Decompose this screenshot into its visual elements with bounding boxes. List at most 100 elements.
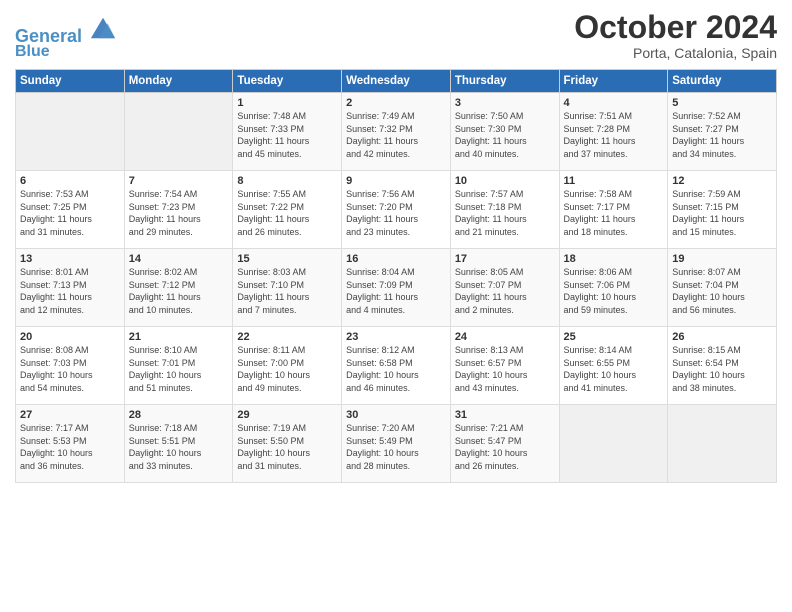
day-info: Sunrise: 8:03 AM Sunset: 7:10 PM Dayligh…	[237, 266, 337, 316]
day-of-week-header: Wednesday	[342, 70, 451, 93]
day-info: Sunrise: 7:57 AM Sunset: 7:18 PM Dayligh…	[455, 188, 555, 238]
day-info: Sunrise: 7:59 AM Sunset: 7:15 PM Dayligh…	[672, 188, 772, 238]
day-info: Sunrise: 8:12 AM Sunset: 6:58 PM Dayligh…	[346, 344, 446, 394]
day-info: Sunrise: 8:14 AM Sunset: 6:55 PM Dayligh…	[564, 344, 664, 394]
logo: General Blue	[15, 14, 117, 60]
calendar-cell: 5Sunrise: 7:52 AM Sunset: 7:27 PM Daylig…	[668, 93, 777, 171]
calendar-cell: 9Sunrise: 7:56 AM Sunset: 7:20 PM Daylig…	[342, 171, 451, 249]
day-number: 18	[564, 253, 664, 265]
day-number: 6	[20, 175, 120, 187]
location-subtitle: Porta, Catalonia, Spain	[574, 45, 777, 61]
day-info: Sunrise: 8:08 AM Sunset: 7:03 PM Dayligh…	[20, 344, 120, 394]
day-info: Sunrise: 7:48 AM Sunset: 7:33 PM Dayligh…	[237, 110, 337, 160]
day-info: Sunrise: 8:07 AM Sunset: 7:04 PM Dayligh…	[672, 266, 772, 316]
calendar-cell: 18Sunrise: 8:06 AM Sunset: 7:06 PM Dayli…	[559, 249, 668, 327]
calendar-cell: 1Sunrise: 7:48 AM Sunset: 7:33 PM Daylig…	[233, 93, 342, 171]
calendar-cell: 10Sunrise: 7:57 AM Sunset: 7:18 PM Dayli…	[450, 171, 559, 249]
calendar-cell: 22Sunrise: 8:11 AM Sunset: 7:00 PM Dayli…	[233, 327, 342, 405]
title-block: October 2024 Porta, Catalonia, Spain	[574, 10, 777, 61]
day-number: 9	[346, 175, 446, 187]
day-info: Sunrise: 7:56 AM Sunset: 7:20 PM Dayligh…	[346, 188, 446, 238]
month-title: October 2024	[574, 10, 777, 45]
day-number: 16	[346, 253, 446, 265]
day-number: 21	[129, 331, 229, 343]
day-number: 1	[237, 97, 337, 109]
day-of-week-header: Thursday	[450, 70, 559, 93]
logo-icon	[89, 14, 117, 42]
day-of-week-header: Tuesday	[233, 70, 342, 93]
day-number: 30	[346, 409, 446, 421]
day-number: 2	[346, 97, 446, 109]
calendar-cell: 6Sunrise: 7:53 AM Sunset: 7:25 PM Daylig…	[16, 171, 125, 249]
day-number: 24	[455, 331, 555, 343]
day-number: 10	[455, 175, 555, 187]
calendar-week-row: 13Sunrise: 8:01 AM Sunset: 7:13 PM Dayli…	[16, 249, 777, 327]
day-number: 12	[672, 175, 772, 187]
calendar-cell: 17Sunrise: 8:05 AM Sunset: 7:07 PM Dayli…	[450, 249, 559, 327]
day-info: Sunrise: 7:18 AM Sunset: 5:51 PM Dayligh…	[129, 422, 229, 472]
day-info: Sunrise: 7:58 AM Sunset: 7:17 PM Dayligh…	[564, 188, 664, 238]
day-info: Sunrise: 8:10 AM Sunset: 7:01 PM Dayligh…	[129, 344, 229, 394]
day-of-week-header: Monday	[124, 70, 233, 93]
day-number: 20	[20, 331, 120, 343]
calendar-cell: 12Sunrise: 7:59 AM Sunset: 7:15 PM Dayli…	[668, 171, 777, 249]
day-info: Sunrise: 7:53 AM Sunset: 7:25 PM Dayligh…	[20, 188, 120, 238]
day-number: 5	[672, 97, 772, 109]
day-info: Sunrise: 7:19 AM Sunset: 5:50 PM Dayligh…	[237, 422, 337, 472]
day-number: 4	[564, 97, 664, 109]
calendar-cell: 4Sunrise: 7:51 AM Sunset: 7:28 PM Daylig…	[559, 93, 668, 171]
calendar-cell: 2Sunrise: 7:49 AM Sunset: 7:32 PM Daylig…	[342, 93, 451, 171]
calendar-cell: 29Sunrise: 7:19 AM Sunset: 5:50 PM Dayli…	[233, 405, 342, 483]
day-info: Sunrise: 7:20 AM Sunset: 5:49 PM Dayligh…	[346, 422, 446, 472]
day-number: 23	[346, 331, 446, 343]
calendar-cell: 31Sunrise: 7:21 AM Sunset: 5:47 PM Dayli…	[450, 405, 559, 483]
calendar-cell: 11Sunrise: 7:58 AM Sunset: 7:17 PM Dayli…	[559, 171, 668, 249]
day-info: Sunrise: 7:54 AM Sunset: 7:23 PM Dayligh…	[129, 188, 229, 238]
day-number: 31	[455, 409, 555, 421]
day-info: Sunrise: 7:55 AM Sunset: 7:22 PM Dayligh…	[237, 188, 337, 238]
day-info: Sunrise: 8:04 AM Sunset: 7:09 PM Dayligh…	[346, 266, 446, 316]
calendar-cell: 26Sunrise: 8:15 AM Sunset: 6:54 PM Dayli…	[668, 327, 777, 405]
day-of-week-header: Friday	[559, 70, 668, 93]
calendar-cell: 19Sunrise: 8:07 AM Sunset: 7:04 PM Dayli…	[668, 249, 777, 327]
day-info: Sunrise: 7:49 AM Sunset: 7:32 PM Dayligh…	[346, 110, 446, 160]
calendar-cell: 23Sunrise: 8:12 AM Sunset: 6:58 PM Dayli…	[342, 327, 451, 405]
day-info: Sunrise: 8:15 AM Sunset: 6:54 PM Dayligh…	[672, 344, 772, 394]
day-info: Sunrise: 7:21 AM Sunset: 5:47 PM Dayligh…	[455, 422, 555, 472]
day-number: 28	[129, 409, 229, 421]
header: General Blue October 2024 Porta, Catalon…	[15, 10, 777, 61]
day-info: Sunrise: 8:13 AM Sunset: 6:57 PM Dayligh…	[455, 344, 555, 394]
calendar-cell: 14Sunrise: 8:02 AM Sunset: 7:12 PM Dayli…	[124, 249, 233, 327]
calendar-cell	[559, 405, 668, 483]
day-number: 29	[237, 409, 337, 421]
day-number: 3	[455, 97, 555, 109]
calendar-cell: 30Sunrise: 7:20 AM Sunset: 5:49 PM Dayli…	[342, 405, 451, 483]
day-info: Sunrise: 8:06 AM Sunset: 7:06 PM Dayligh…	[564, 266, 664, 316]
calendar-table: SundayMondayTuesdayWednesdayThursdayFrid…	[15, 69, 777, 483]
calendar-cell: 27Sunrise: 7:17 AM Sunset: 5:53 PM Dayli…	[16, 405, 125, 483]
day-number: 19	[672, 253, 772, 265]
calendar-cell: 25Sunrise: 8:14 AM Sunset: 6:55 PM Dayli…	[559, 327, 668, 405]
calendar-cell	[668, 405, 777, 483]
day-number: 11	[564, 175, 664, 187]
day-number: 7	[129, 175, 229, 187]
day-info: Sunrise: 7:51 AM Sunset: 7:28 PM Dayligh…	[564, 110, 664, 160]
calendar-week-row: 6Sunrise: 7:53 AM Sunset: 7:25 PM Daylig…	[16, 171, 777, 249]
day-of-week-header: Sunday	[16, 70, 125, 93]
calendar-cell: 24Sunrise: 8:13 AM Sunset: 6:57 PM Dayli…	[450, 327, 559, 405]
calendar-cell: 15Sunrise: 8:03 AM Sunset: 7:10 PM Dayli…	[233, 249, 342, 327]
day-number: 22	[237, 331, 337, 343]
day-number: 14	[129, 253, 229, 265]
day-info: Sunrise: 8:01 AM Sunset: 7:13 PM Dayligh…	[20, 266, 120, 316]
calendar-cell: 21Sunrise: 8:10 AM Sunset: 7:01 PM Dayli…	[124, 327, 233, 405]
day-info: Sunrise: 8:11 AM Sunset: 7:00 PM Dayligh…	[237, 344, 337, 394]
calendar-cell	[124, 93, 233, 171]
calendar-week-row: 27Sunrise: 7:17 AM Sunset: 5:53 PM Dayli…	[16, 405, 777, 483]
day-info: Sunrise: 8:02 AM Sunset: 7:12 PM Dayligh…	[129, 266, 229, 316]
day-number: 17	[455, 253, 555, 265]
calendar-cell: 20Sunrise: 8:08 AM Sunset: 7:03 PM Dayli…	[16, 327, 125, 405]
day-info: Sunrise: 7:17 AM Sunset: 5:53 PM Dayligh…	[20, 422, 120, 472]
day-number: 13	[20, 253, 120, 265]
calendar-cell	[16, 93, 125, 171]
calendar-cell: 16Sunrise: 8:04 AM Sunset: 7:09 PM Dayli…	[342, 249, 451, 327]
